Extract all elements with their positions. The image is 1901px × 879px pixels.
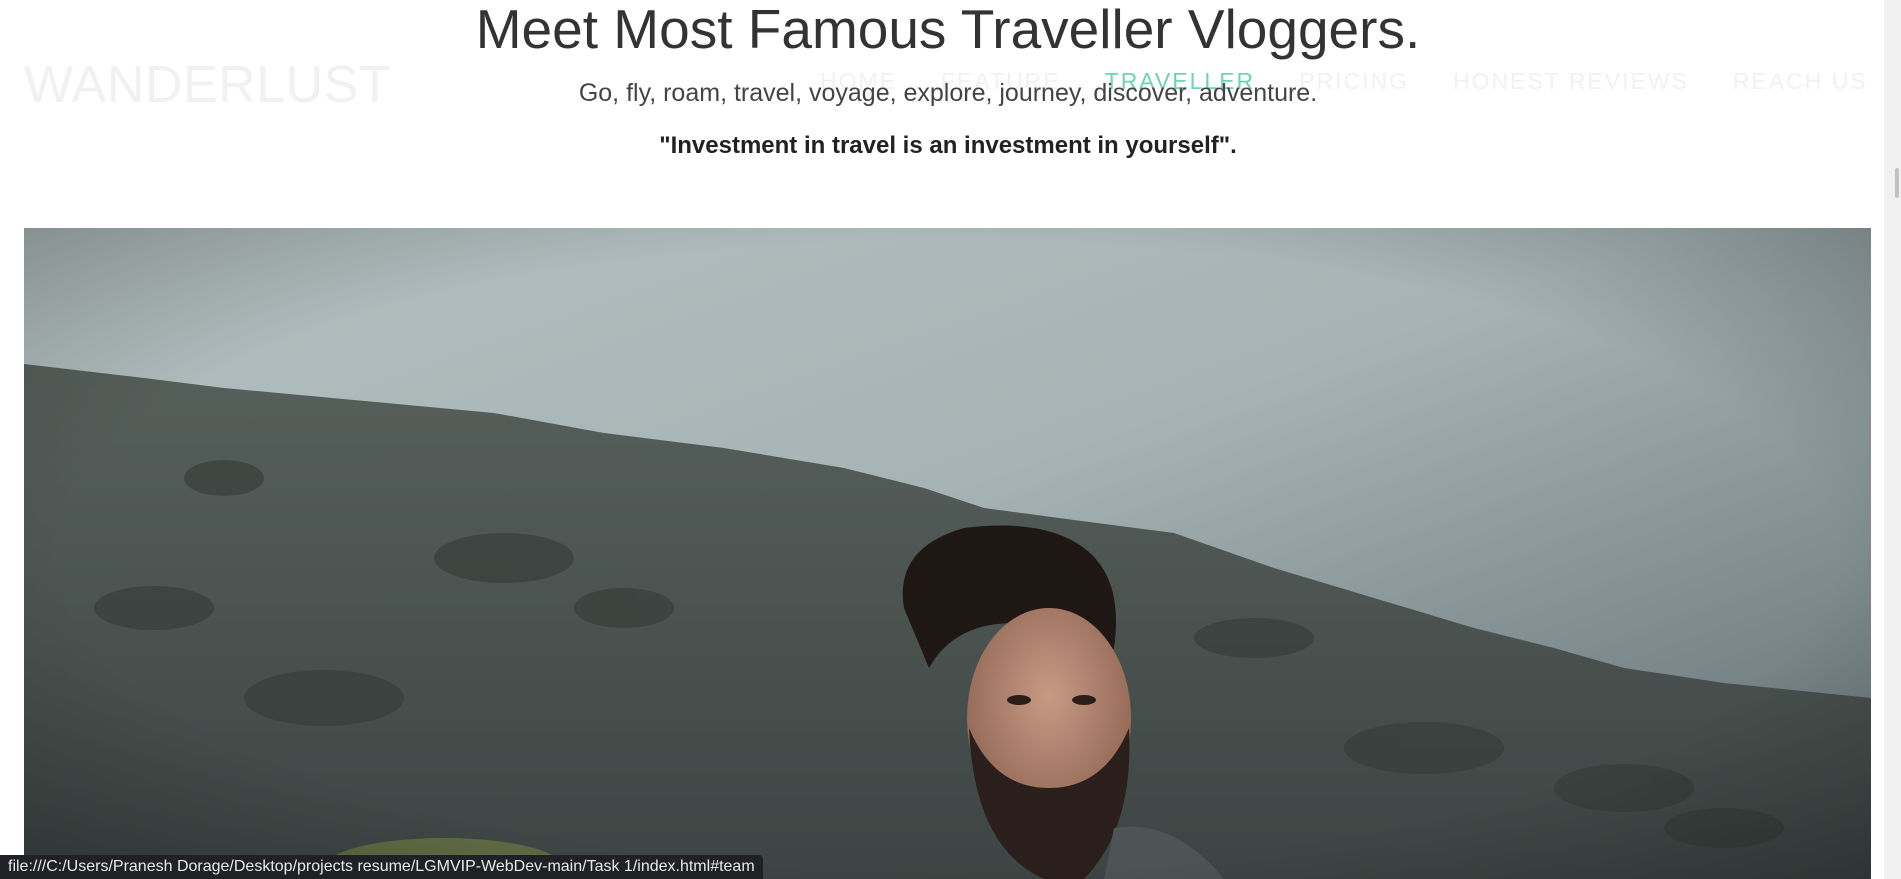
section-quote: "Investment in travel is an investment i… — [659, 132, 1237, 159]
section-title: Meet Most Famous Traveller Vloggers. — [475, 0, 1421, 60]
scrollbar-thumb[interactable] — [1895, 168, 1899, 198]
section-subtitle: Go, fly, roam, travel, voyage, explore, … — [578, 79, 1318, 107]
traveller-photo — [24, 228, 1871, 879]
page: WANDERLUST HOME FEATURE TRAVELLER PRICIN… — [0, 0, 1901, 879]
traveller-photo-image — [24, 228, 1871, 879]
status-bar-url: file:///C:/Users/Pranesh Dorage/Desktop/… — [0, 855, 763, 879]
